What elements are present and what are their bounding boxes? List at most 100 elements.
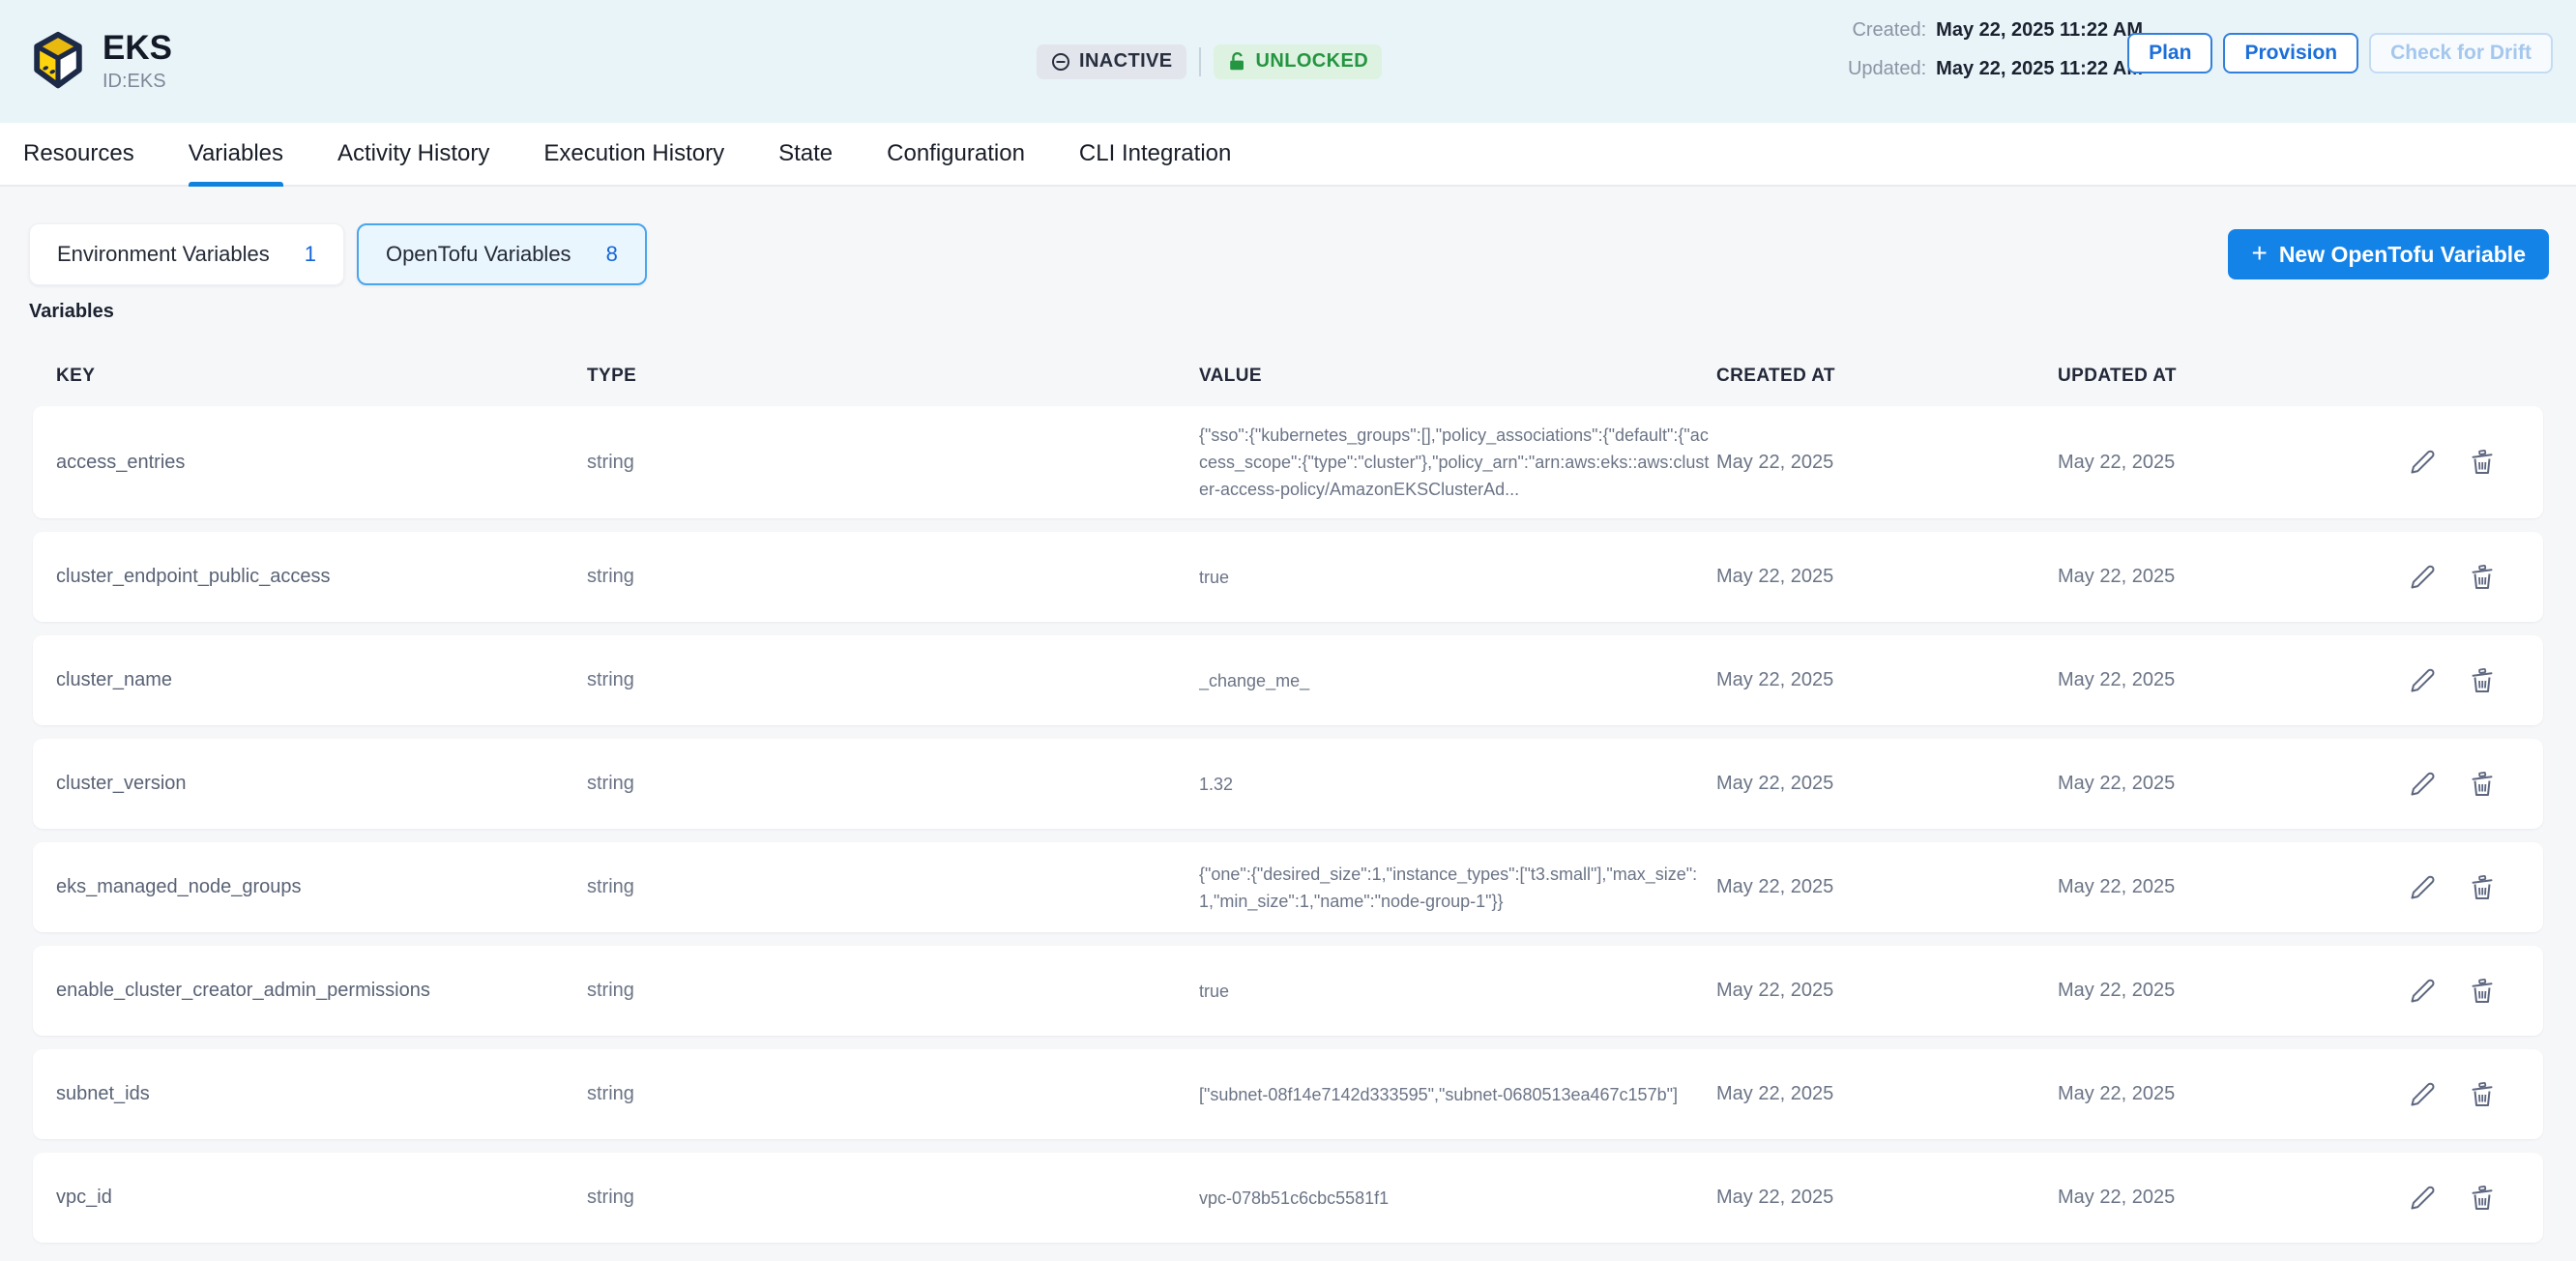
tab-configuration[interactable]: Configuration [887,123,1025,185]
cell-key: vpc_id [56,1187,587,1209]
edit-variable-button[interactable] [2404,973,2441,1010]
cell-key: cluster_endpoint_public_access [56,566,587,588]
tab-state[interactable]: State [778,123,833,185]
edit-variable-button[interactable] [2404,444,2441,481]
subtab-label: OpenTofu Variables [386,242,571,267]
subtab-count: 8 [606,242,618,267]
updated-label: Updated: [1848,58,1926,80]
created-label: Created: [1852,19,1926,42]
table-row: enable_cluster_creator_admin_permissions… [33,946,2543,1036]
subtab-opentofu-variables[interactable]: OpenTofu Variables 8 [357,223,647,285]
delete-variable-button[interactable] [2464,1076,2501,1113]
variables-page: Environment Variables 1 OpenTofu Variabl… [0,223,2576,1243]
cell-type: string [587,980,1199,1002]
check-for-drift-button[interactable]: Check for Drift [2369,33,2553,73]
cell-type: string [587,452,1199,474]
table-row: cluster_name string _change_me_ May 22, … [33,635,2543,725]
delete-variable-button[interactable] [2464,766,2501,803]
pencil-icon [2408,563,2437,592]
cell-value: _change_me_ [1199,667,1716,694]
entity-identity: EKS ID:EKS [27,30,172,94]
column-header-value: VALUE [1199,366,1716,387]
provision-button[interactable]: Provision [2223,33,2358,73]
main-tabs: Resources Variables Activity History Exe… [0,123,2576,187]
cell-value: ["subnet-08f14e7142d333595","subnet-0680… [1199,1081,1716,1108]
column-header-type: TYPE [587,366,1199,387]
opentofu-logo-icon [27,31,89,93]
tab-execution-history[interactable]: Execution History [543,123,724,185]
variables-subtabs: Environment Variables 1 OpenTofu Variabl… [29,223,2549,285]
lock-badge-label: UNLOCKED [1256,50,1369,73]
cell-created-at: May 22, 2025 [1716,876,2058,898]
tab-resources[interactable]: Resources [23,123,134,185]
column-header-key: KEY [56,366,587,387]
inactive-icon [1050,51,1071,73]
trash-icon [2468,977,2497,1006]
cell-updated-at: May 22, 2025 [2058,669,2359,691]
cell-created-at: May 22, 2025 [1716,1083,2058,1105]
edit-variable-button[interactable] [2404,662,2441,699]
tab-cli-integration[interactable]: CLI Integration [1079,123,1231,185]
page-title: EKS [102,30,172,68]
subtab-label: Environment Variables [57,242,270,267]
cell-value: {"one":{"desired_size":1,"instance_types… [1199,861,1716,915]
subtab-environment-variables[interactable]: Environment Variables 1 [29,223,344,285]
plus-icon: + [2251,240,2267,267]
cell-value: true [1199,978,1716,1005]
pencil-icon [2408,873,2437,902]
delete-variable-button[interactable] [2464,973,2501,1010]
cell-type: string [587,669,1199,691]
edit-variable-button[interactable] [2404,1180,2441,1217]
header-actions: Plan Provision Check for Drift [2127,33,2553,73]
pencil-icon [2408,448,2437,477]
edit-variable-button[interactable] [2404,559,2441,596]
cell-created-at: May 22, 2025 [1716,452,2058,474]
table-row: cluster_version string 1.32 May 22, 2025… [33,739,2543,829]
delete-variable-button[interactable] [2464,662,2501,699]
cell-created-at: May 22, 2025 [1716,1187,2058,1209]
edit-variable-button[interactable] [2404,1076,2441,1113]
edit-variable-button[interactable] [2404,766,2441,803]
subtab-count: 1 [305,242,316,267]
cell-key: cluster_version [56,773,587,795]
cell-updated-at: May 22, 2025 [2058,773,2359,795]
created-value: May 22, 2025 11:22 AM [1936,19,2143,42]
pencil-icon [2408,1184,2437,1213]
trash-icon [2468,873,2497,902]
cell-type: string [587,773,1199,795]
cell-value: vpc-078b51c6cbc5581f1 [1199,1185,1716,1212]
plan-button[interactable]: Plan [2127,33,2212,73]
cell-key: subnet_ids [56,1083,587,1105]
column-header-created-at: CREATED AT [1716,366,2058,387]
pencil-icon [2408,1080,2437,1109]
delete-variable-button[interactable] [2464,444,2501,481]
tab-activity-history[interactable]: Activity History [337,123,489,185]
cell-type: string [587,1187,1199,1209]
delete-variable-button[interactable] [2464,869,2501,906]
delete-variable-button[interactable] [2464,559,2501,596]
badge-divider [1199,47,1201,76]
updated-value: May 22, 2025 11:22 AM [1936,58,2143,80]
trash-icon [2468,448,2497,477]
status-badges: INACTIVE UNLOCKED [1037,44,1382,79]
entity-id: ID:EKS [102,71,172,93]
status-badge: INACTIVE [1037,44,1186,79]
cell-created-at: May 22, 2025 [1716,669,2058,691]
cell-updated-at: May 22, 2025 [2058,1083,2359,1105]
new-opentofu-variable-button[interactable]: + New OpenTofu Variable [2228,229,2549,279]
trash-icon [2468,770,2497,799]
status-badge-label: INACTIVE [1079,50,1173,73]
delete-variable-button[interactable] [2464,1180,2501,1217]
unlock-icon [1227,51,1248,73]
trash-icon [2468,563,2497,592]
cell-updated-at: May 22, 2025 [2058,876,2359,898]
cell-updated-at: May 22, 2025 [2058,980,2359,1002]
edit-variable-button[interactable] [2404,869,2441,906]
cell-key: enable_cluster_creator_admin_permissions [56,980,587,1002]
variables-table: access_entries string {"sso":{"kubernete… [33,406,2543,1243]
timestamps: Created: May 22, 2025 11:22 AM Updated: … [1848,19,2143,97]
pencil-icon [2408,977,2437,1006]
tab-variables[interactable]: Variables [189,123,283,185]
pencil-icon [2408,770,2437,799]
table-row: access_entries string {"sso":{"kubernete… [33,406,2543,518]
